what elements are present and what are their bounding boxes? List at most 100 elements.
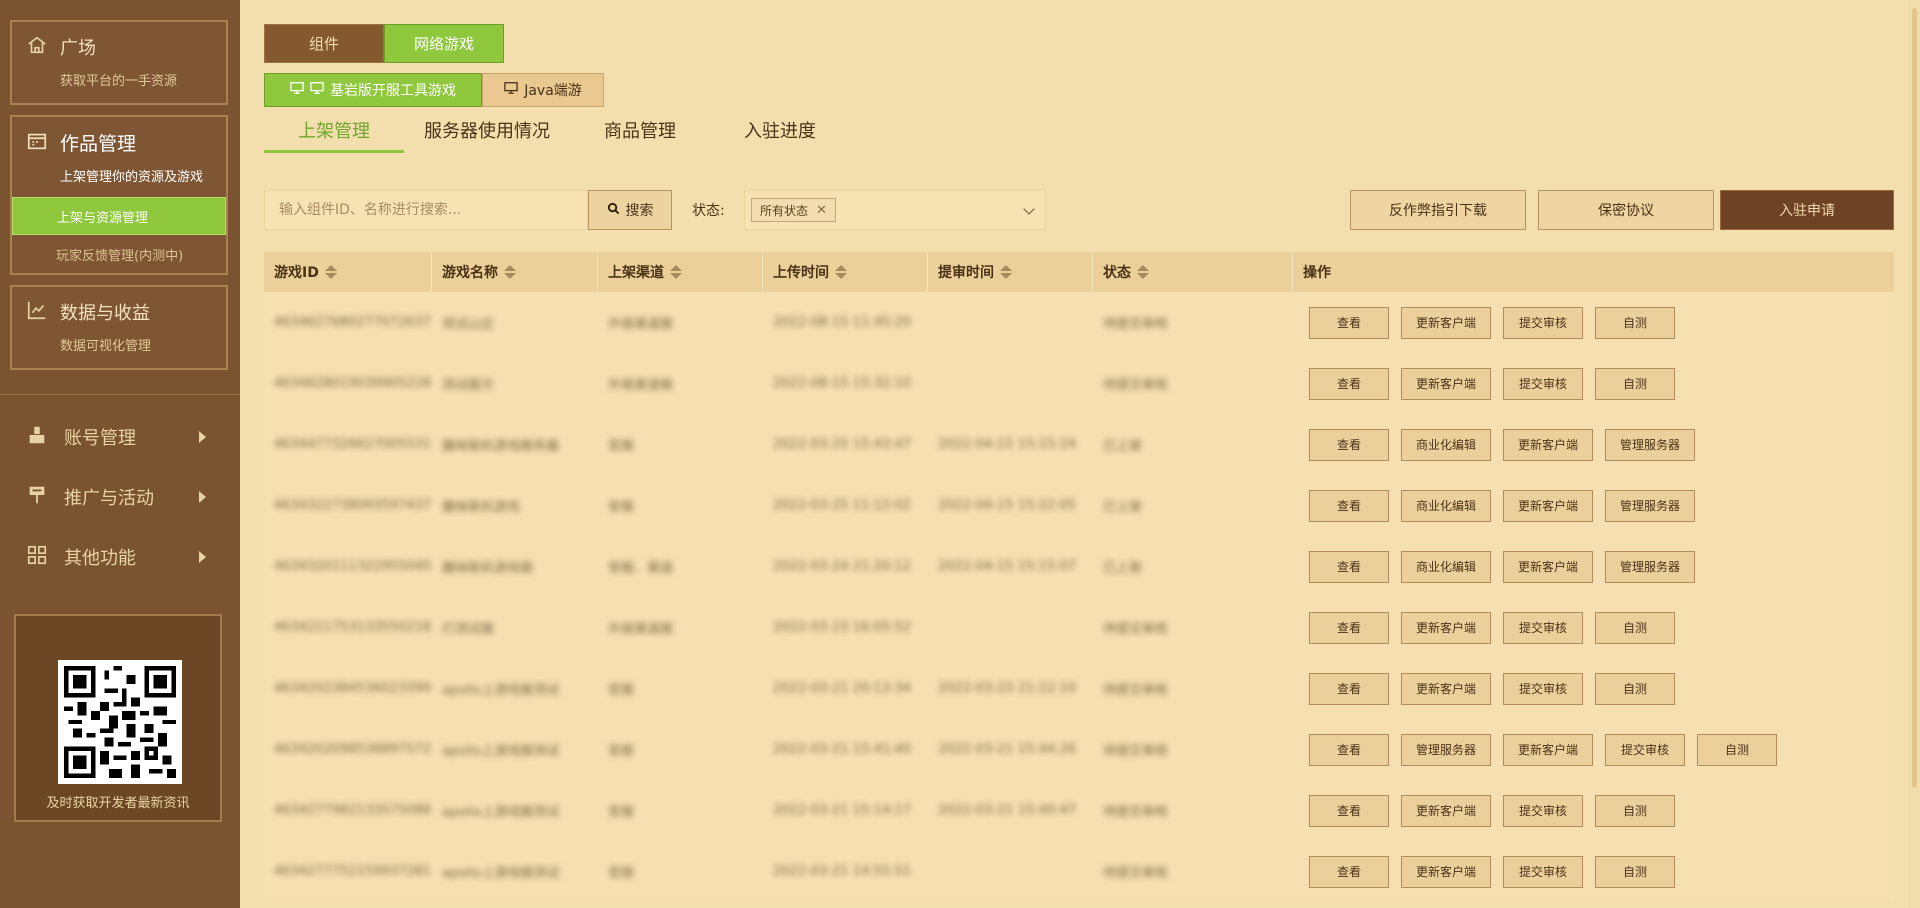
tab-onboarding[interactable]: 入驻进度 [744, 117, 816, 153]
sidebar-item-feedback[interactable]: 玩家反馈管理(内测中) [12, 235, 226, 273]
chevron-right-icon [199, 431, 206, 443]
scrollbar[interactable] [1908, 0, 1920, 908]
row-action-button[interactable]: 查看 [1309, 489, 1389, 522]
row-action-button[interactable]: 管理服务器 [1605, 489, 1696, 522]
sidebar-menu-account[interactable]: 账号管理 [0, 407, 240, 467]
row-action-button[interactable]: 查看 [1309, 367, 1389, 400]
row-action-button[interactable]: 自测 [1595, 611, 1676, 644]
row-action-button[interactable]: 商业化编辑 [1401, 550, 1492, 583]
cell-submit: 2022-04-15 15:15:07 [938, 559, 1077, 574]
search-button[interactable]: 搜索 [588, 190, 672, 230]
row-action-button[interactable]: 查看 [1309, 855, 1389, 888]
row-action-button[interactable]: 提交审核 [1503, 367, 1584, 400]
cell-status: 待提交审核 [1103, 622, 1169, 637]
cell-upload: 2022-03-25 11:12:02 [773, 498, 912, 513]
row-action-button[interactable]: 更新客户端 [1401, 306, 1492, 339]
row-action-button[interactable]: 商业化编辑 [1401, 489, 1492, 522]
row-action-button[interactable]: 查看 [1309, 733, 1389, 766]
cell-id: 4634202098538897572 [274, 742, 432, 757]
row-action-button[interactable]: 管理服务器 [1401, 733, 1492, 766]
cell-channel: 官服、渠道 [608, 561, 674, 576]
row-action-button[interactable]: 商业化编辑 [1401, 428, 1492, 461]
cell-name: apollo上游戏服测试 [442, 683, 560, 698]
row-action-button[interactable]: 自测 [1595, 855, 1676, 888]
column-header: 操作 [1293, 252, 1894, 292]
row-action-button[interactable]: 自测 [1697, 733, 1778, 766]
sort-icon[interactable] [324, 265, 337, 279]
sort-icon[interactable] [670, 265, 682, 279]
nda-button[interactable]: 保密协议 [1538, 190, 1714, 230]
home-icon [26, 34, 48, 60]
cell-channel: 外链渠道服 [608, 378, 674, 393]
row-action-button[interactable]: 更新客户端 [1401, 672, 1492, 705]
status-select[interactable]: 所有状态 ✕ [744, 190, 1046, 230]
toolbar: 搜索 状态: 所有状态 ✕ 反作弊指引下载 保密协议 入驻申请 [264, 190, 1894, 230]
cell-upload: 2022-03-21 15:14:17 [773, 803, 912, 818]
sort-icon[interactable] [504, 265, 516, 279]
tab-server-usage[interactable]: 服务器使用情况 [424, 117, 550, 153]
row-action-button[interactable]: 管理服务器 [1605, 550, 1696, 583]
sort-icon[interactable] [1000, 265, 1012, 279]
tab-products[interactable]: 商品管理 [604, 117, 676, 153]
row-action-button[interactable]: 更新客户端 [1401, 855, 1492, 888]
row-action-button[interactable]: 更新客户端 [1401, 367, 1492, 400]
user-icon [26, 424, 48, 451]
cell-status: 已上架 [1103, 500, 1143, 515]
row-action-button[interactable]: 更新客户端 [1401, 794, 1492, 827]
row-action-button[interactable]: 更新客户端 [1401, 611, 1492, 644]
row-action-button[interactable]: 查看 [1309, 428, 1389, 461]
column-header[interactable]: 状态 [1093, 252, 1293, 292]
sidebar-card-works[interactable]: 作品管理 上架管理你的资源及游戏 上架与资源管理 玩家反馈管理(内测中) [10, 115, 228, 275]
scrollbar-thumb[interactable] [1912, 8, 1917, 788]
row-action-button[interactable]: 查看 [1309, 672, 1389, 705]
row-action-button[interactable]: 提交审核 [1503, 855, 1584, 888]
column-header[interactable]: 游戏名称 [432, 252, 598, 292]
row-action-button[interactable]: 提交审核 [1503, 306, 1584, 339]
sidebar-card-data[interactable]: 数据与收益 数据可视化管理 [10, 285, 228, 370]
sidebar-card-square[interactable]: 广场 获取平台的一手资源 [10, 20, 228, 105]
sidebar-item-listing[interactable]: 上架与资源管理 [12, 197, 226, 235]
cell-upload: 2022-03-21 20:13:34 [773, 681, 912, 696]
column-header[interactable]: 上传时间 [763, 252, 928, 292]
column-header[interactable]: 上架渠道 [598, 252, 763, 292]
row-action-button[interactable]: 自测 [1595, 306, 1676, 339]
row-action-button[interactable]: 自测 [1595, 794, 1676, 827]
sort-icon[interactable] [835, 265, 847, 279]
sort-icon[interactable] [1137, 265, 1149, 279]
sidebar-menu-other[interactable]: 其他功能 [0, 527, 240, 587]
row-action-button[interactable]: 更新客户端 [1503, 550, 1594, 583]
row-action-button[interactable]: 更新客户端 [1503, 489, 1594, 522]
java-tab[interactable]: Java端游 [482, 73, 604, 107]
column-header[interactable]: 提审时间 [928, 252, 1093, 292]
row-action-button[interactable]: 管理服务器 [1605, 428, 1696, 461]
monitor-icon [310, 81, 324, 99]
apply-button[interactable]: 入驻申请 [1720, 190, 1894, 230]
row-action-button[interactable]: 自测 [1595, 672, 1676, 705]
row-action-button[interactable]: 更新客户端 [1503, 428, 1594, 461]
row-action-button[interactable]: 自测 [1595, 367, 1676, 400]
search-input[interactable] [264, 190, 588, 230]
row-action-button[interactable]: 查看 [1309, 611, 1389, 644]
main-content: 组件 网络游戏 基岩版开服工具游戏 Java端游 上架管理 服务器使用情况 商品… [264, 24, 1894, 902]
online-games-tab[interactable]: 网络游戏 [384, 24, 504, 63]
row-action-button[interactable]: 查看 [1309, 794, 1389, 827]
close-icon[interactable]: ✕ [816, 203, 827, 218]
cell-id: 4634277752159937281 [274, 864, 432, 879]
row-action-button[interactable]: 提交审核 [1503, 611, 1584, 644]
column-header[interactable]: 游戏ID [264, 252, 432, 292]
row-action-button[interactable]: 更新客户端 [1503, 733, 1594, 766]
tab-listing[interactable]: 上架管理 [264, 117, 404, 153]
cell-status: 待提交审核 [1103, 866, 1169, 881]
row-action-button[interactable]: 提交审核 [1503, 794, 1584, 827]
bedrock-tab[interactable]: 基岩版开服工具游戏 [264, 73, 482, 107]
row-action-button[interactable]: 查看 [1309, 306, 1389, 339]
anticheat-download-button[interactable]: 反作弊指引下载 [1350, 190, 1526, 230]
row-action-button[interactable]: 提交审核 [1605, 733, 1686, 766]
row-action-button[interactable]: 查看 [1309, 550, 1389, 583]
cell-id: 4634320111322955040 [274, 559, 432, 574]
sidebar-menu-promo[interactable]: 推广与活动 [0, 467, 240, 527]
row-action-button[interactable]: 提交审核 [1503, 672, 1584, 705]
components-tab[interactable]: 组件 [264, 24, 384, 63]
chevron-right-icon [199, 491, 206, 503]
cell-actions: 查看 更新客户端 提交审核 自测 [1293, 597, 1894, 658]
